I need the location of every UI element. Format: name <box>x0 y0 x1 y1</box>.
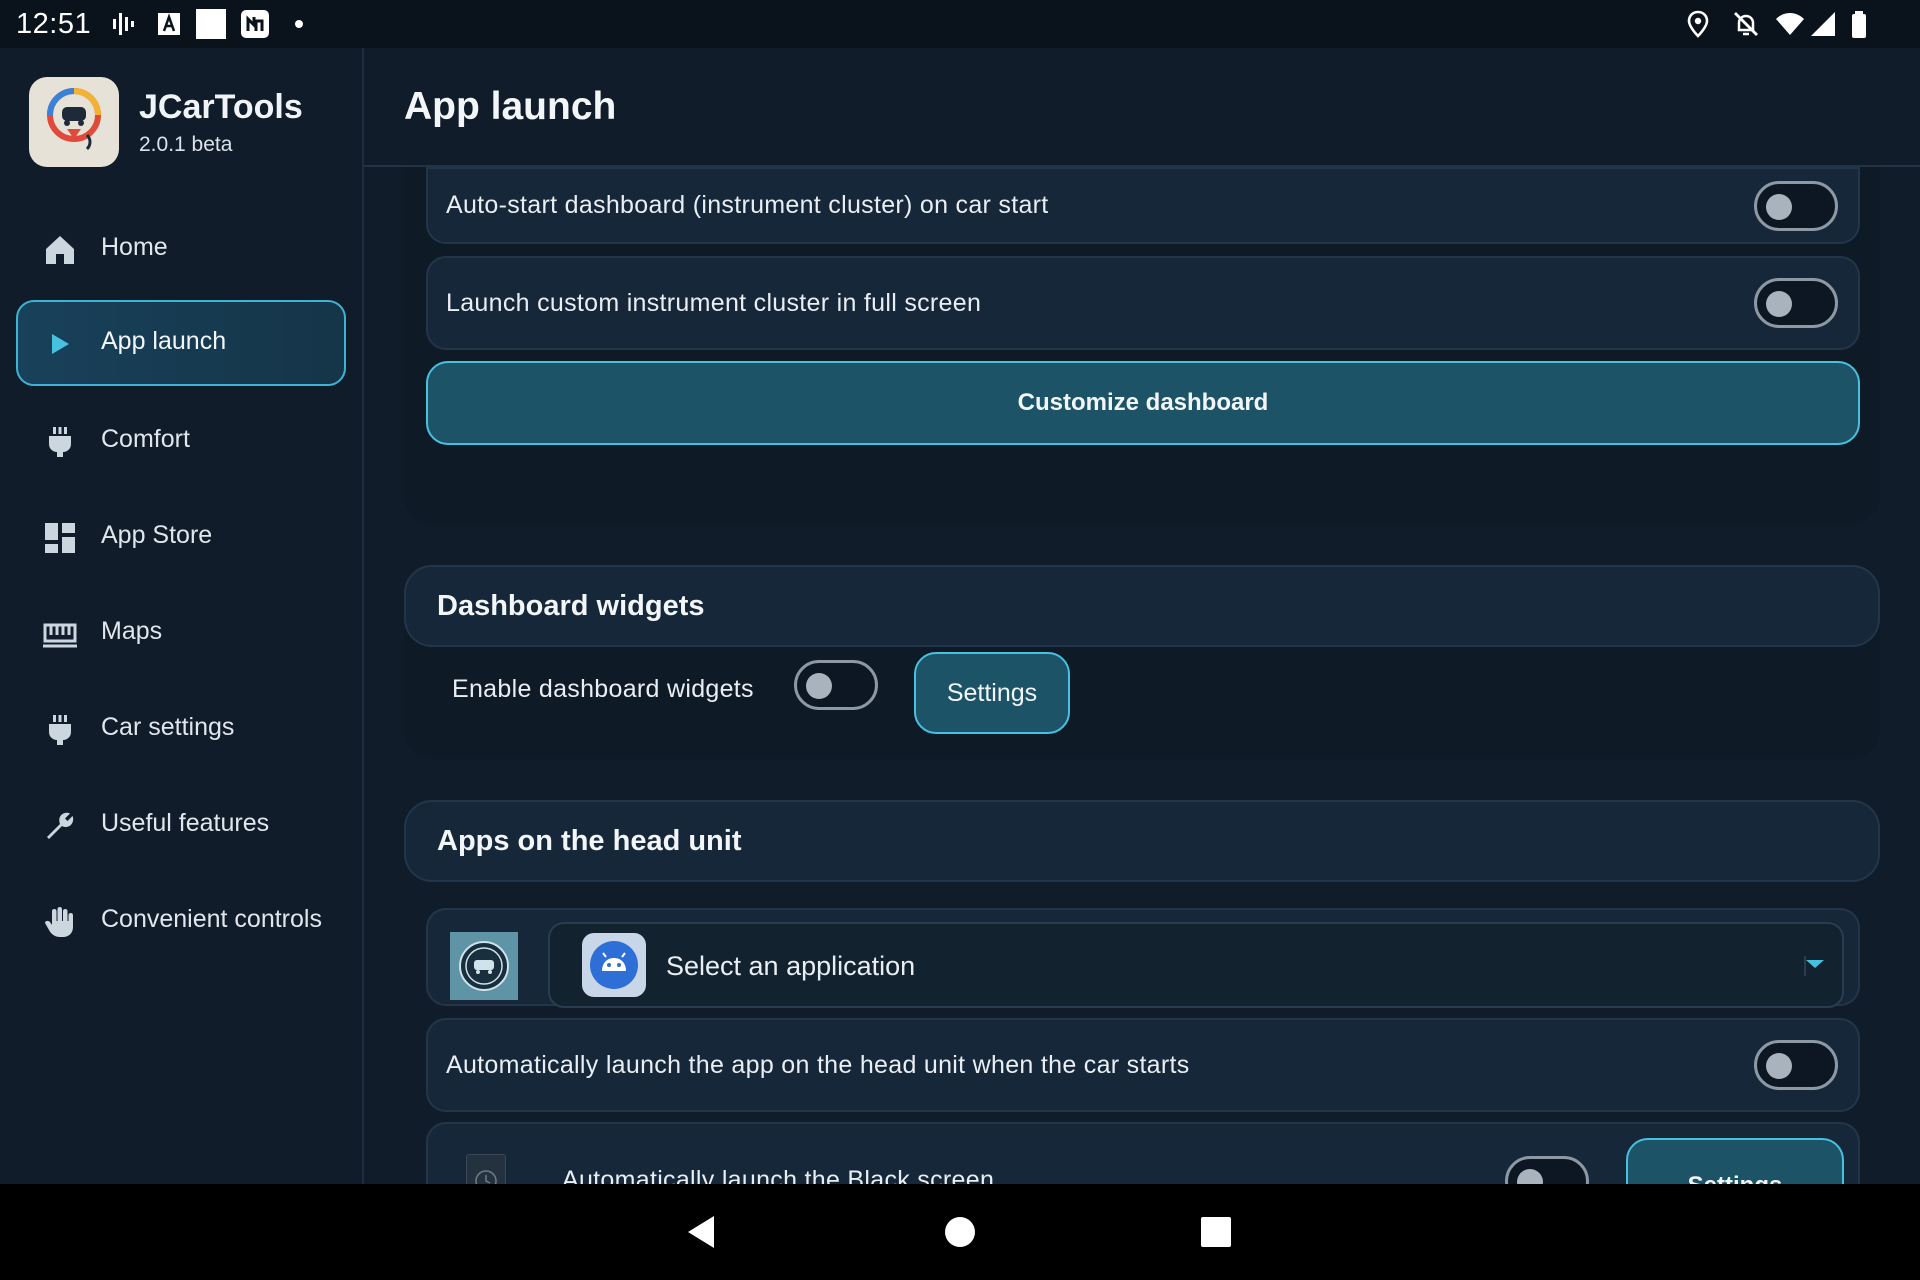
fullscreen-cluster-toggle[interactable] <box>1754 278 1838 328</box>
auto-launch-app-label: Automatically launch the app on the head… <box>446 1051 1190 1079</box>
dashboard-widgets-section: Dashboard widgets Enable dashboard widge… <box>404 565 1880 759</box>
application-dropdown[interactable]: Select an application <box>548 922 1844 1008</box>
car-badge-icon <box>450 932 518 1000</box>
android-app-icon <box>582 933 646 997</box>
auto-launch-app-toggle[interactable] <box>1754 1040 1838 1090</box>
app-version: 2.0.1 beta <box>139 133 233 156</box>
app-select-row: Select an application <box>426 908 1860 1008</box>
sidebar-item-label: Comfort <box>101 425 190 453</box>
section-title: Apps on the head unit <box>437 825 742 857</box>
sidebar: JCarTools 2.0.1 beta Home App launch Com… <box>0 48 364 1184</box>
black-screen-row[interactable]: Automatically launch the Black screen Se… <box>426 1122 1860 1184</box>
news-icon <box>241 10 269 38</box>
home-circle-icon[interactable] <box>943 1215 977 1249</box>
sidebar-item-label: Convenient controls <box>101 905 322 933</box>
sidebar-item-comfort[interactable]: Comfort <box>16 398 346 484</box>
section-title: Dashboard widgets <box>437 590 705 622</box>
sidebar-item-label: Car settings <box>101 713 235 741</box>
plug-icon <box>49 427 71 457</box>
white-square-icon <box>196 9 226 39</box>
location-icon <box>1687 10 1709 38</box>
home-icon <box>46 236 74 264</box>
back-icon[interactable] <box>684 1214 720 1250</box>
sidebar-item-maps[interactable]: Maps <box>16 590 346 676</box>
black-screen-toggle[interactable] <box>1505 1156 1589 1184</box>
selected-app-thumbnail <box>450 932 518 1000</box>
settings-scroll-area[interactable]: Auto-start dashboard (instrument cluster… <box>364 167 1920 1184</box>
fullscreen-cluster-label: Launch custom instrument cluster in full… <box>446 289 982 317</box>
enable-widgets-label: Enable dashboard widgets <box>452 675 754 703</box>
widgets-settings-button[interactable]: Settings <box>914 652 1070 734</box>
system-navigation-bar <box>0 1184 1920 1280</box>
black-screen-thumbnail <box>466 1154 506 1184</box>
dot-icon <box>295 20 303 28</box>
sidebar-item-car-settings[interactable]: Car settings <box>16 686 346 772</box>
map-ruler-icon <box>43 623 77 648</box>
customize-dashboard-button[interactable]: Customize dashboard <box>426 361 1860 445</box>
signal-bars-icon <box>113 13 134 35</box>
wrench-icon <box>47 812 74 839</box>
font-a-icon <box>158 13 180 35</box>
black-screen-label: Automatically launch the Black screen <box>562 1166 995 1184</box>
clock-icon <box>475 1170 497 1184</box>
status-bar: 12:51 <box>0 0 1920 48</box>
enable-widgets-toggle[interactable] <box>794 660 878 710</box>
sidebar-item-label: Home <box>101 233 168 261</box>
status-time: 12:51 <box>16 8 92 40</box>
wifi-icon <box>1776 13 1804 35</box>
sidebar-item-label: App Store <box>101 521 213 549</box>
cell-signal-icon <box>1811 12 1835 36</box>
autostart-dashboard-row[interactable]: Auto-start dashboard (instrument cluster… <box>426 167 1860 244</box>
auto-launch-app-row[interactable]: Automatically launch the app on the head… <box>426 1018 1860 1112</box>
autostart-dashboard-toggle[interactable] <box>1754 181 1838 231</box>
page-title: App launch <box>404 85 617 128</box>
plug-icon <box>49 715 71 745</box>
dashboard-widgets-header: Dashboard widgets <box>404 565 1880 647</box>
notifications-off-icon <box>1734 12 1758 36</box>
dashboard-grid-icon <box>45 523 75 553</box>
app-title: JCarTools <box>139 88 303 126</box>
dashboard-card: Auto-start dashboard (instrument cluster… <box>404 167 1880 524</box>
recents-icon[interactable] <box>1200 1216 1232 1248</box>
battery-icon <box>1852 11 1866 38</box>
sidebar-item-label: App launch <box>101 327 227 355</box>
sidebar-item-app-launch[interactable]: App launch <box>16 300 346 386</box>
main-content: App launch Auto-start dashboard (instrum… <box>364 48 1920 1184</box>
autostart-dashboard-label: Auto-start dashboard (instrument cluster… <box>446 191 1049 219</box>
application-dropdown-value: Select an application <box>666 951 916 981</box>
hand-icon <box>45 907 73 937</box>
sidebar-item-app-store[interactable]: App Store <box>16 494 346 580</box>
sidebar-item-useful-features[interactable]: Useful features <box>16 782 346 868</box>
sidebar-item-convenient-controls[interactable]: Convenient controls <box>16 878 346 964</box>
play-icon <box>52 334 69 354</box>
apps-head-unit-header: Apps on the head unit <box>404 800 1880 882</box>
sidebar-item-home[interactable]: Home <box>16 206 346 292</box>
dropdown-arrow-icon <box>1804 956 1824 976</box>
sidebar-item-label: Maps <box>101 617 163 645</box>
fullscreen-cluster-row[interactable]: Launch custom instrument cluster in full… <box>426 256 1860 350</box>
app-logo <box>29 77 119 167</box>
sidebar-item-label: Useful features <box>101 809 270 837</box>
black-screen-settings-button[interactable]: Settings <box>1626 1138 1844 1184</box>
